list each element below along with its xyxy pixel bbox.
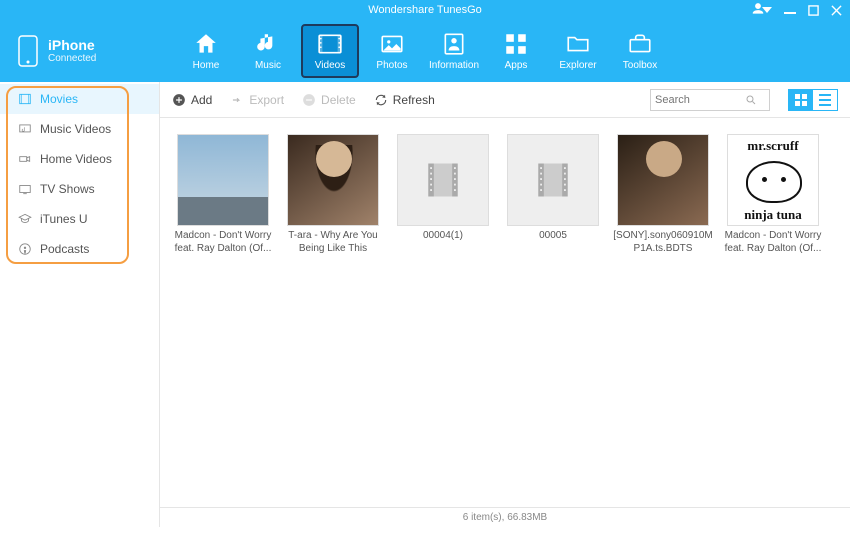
refresh-label: Refresh	[393, 93, 435, 107]
video-item[interactable]: 00004(1)	[392, 134, 494, 255]
sidebar: Movies Music Videos Home Videos TV Shows…	[0, 82, 160, 527]
titlebar: Wondershare TunesGo	[0, 0, 850, 20]
sidebar-item-label: Movies	[40, 92, 78, 106]
nav-label: Apps	[505, 60, 528, 71]
nav-explorer[interactable]: Explorer	[547, 20, 609, 82]
nav-videos[interactable]: Videos	[301, 24, 359, 78]
sidebar-item-label: Podcasts	[40, 242, 89, 256]
video-thumbnail	[287, 134, 379, 226]
phone-icon	[18, 35, 38, 67]
grid-view-button[interactable]	[789, 90, 813, 110]
nav-toolbox[interactable]: Toolbox	[609, 20, 671, 82]
maximize-icon[interactable]	[808, 5, 819, 16]
top-nav: iPhone Connected Home Music Videos Photo…	[0, 20, 850, 82]
device-panel[interactable]: iPhone Connected	[0, 20, 160, 82]
nav-information[interactable]: Information	[423, 20, 485, 82]
nav-label: Music	[255, 60, 281, 71]
export-button[interactable]: Export	[230, 93, 284, 107]
video-label: Madcon - Don't Worry feat. Ray Dalton (O…	[173, 230, 273, 255]
video-label: 00005	[539, 230, 567, 243]
nav-label: Toolbox	[623, 60, 657, 71]
search-input[interactable]	[655, 94, 745, 106]
sidebar-item-label: TV Shows	[40, 182, 95, 196]
add-label: Add	[191, 93, 212, 107]
video-label: [SONY].sony060910MP1A.ts.BDTS	[613, 230, 713, 255]
film-icon	[18, 92, 32, 106]
video-thumbnail	[397, 134, 489, 226]
nav-label: Videos	[315, 60, 345, 71]
gradcap-icon	[18, 212, 32, 226]
sidebar-item-home-videos[interactable]: Home Videos	[0, 144, 159, 174]
search-icon[interactable]	[745, 94, 757, 106]
video-item[interactable]: T-ara - Why Are You Being Like This	[282, 134, 384, 255]
app-title: Wondershare TunesGo	[368, 4, 482, 16]
device-name: iPhone	[48, 38, 96, 53]
sidebar-item-music-videos[interactable]: Music Videos	[0, 114, 159, 144]
refresh-button[interactable]: Refresh	[374, 93, 435, 107]
status-text: 6 item(s), 66.83MB	[463, 512, 547, 523]
add-button[interactable]: Add	[172, 93, 212, 107]
podcast-icon	[18, 242, 32, 256]
video-thumbnail	[177, 134, 269, 226]
sidebar-item-label: Home Videos	[40, 152, 112, 166]
sidebar-item-movies[interactable]: Movies	[0, 84, 159, 114]
grid-icon	[795, 94, 807, 106]
refresh-icon	[374, 93, 388, 107]
musicvid-icon	[18, 122, 32, 136]
close-icon[interactable]	[831, 5, 842, 16]
nav-label: Explorer	[559, 60, 596, 71]
video-thumbnail: mr.scruffninja tuna	[727, 134, 819, 226]
nav-label: Information	[429, 60, 479, 71]
delete-label: Delete	[321, 93, 356, 107]
export-icon	[230, 93, 244, 107]
sidebar-item-label: Music Videos	[40, 122, 111, 136]
delete-icon	[302, 93, 316, 107]
plus-icon	[172, 93, 186, 107]
video-label: Madcon - Don't Worry feat. Ray Dalton (O…	[723, 230, 823, 255]
nav-photos[interactable]: Photos	[361, 20, 423, 82]
delete-button[interactable]: Delete	[302, 93, 356, 107]
export-label: Export	[249, 93, 284, 107]
statusbar: 6 item(s), 66.83MB	[160, 507, 850, 527]
nav-label: Home	[193, 60, 220, 71]
device-status: Connected	[48, 53, 96, 64]
sidebar-item-tv-shows[interactable]: TV Shows	[0, 174, 159, 204]
video-item[interactable]: mr.scruffninja tuna Madcon - Don't Worry …	[722, 134, 824, 255]
video-item[interactable]: 00005	[502, 134, 604, 255]
video-thumbnail	[507, 134, 599, 226]
sidebar-item-itunes-u[interactable]: iTunes U	[0, 204, 159, 234]
view-toggle	[788, 89, 838, 111]
minimize-icon[interactable]	[784, 4, 796, 16]
camcorder-icon	[18, 152, 32, 166]
video-label: 00004(1)	[423, 230, 463, 243]
content-area: Madcon - Don't Worry feat. Ray Dalton (O…	[160, 118, 850, 507]
search-box[interactable]	[650, 89, 770, 111]
sidebar-item-label: iTunes U	[40, 212, 88, 226]
list-view-button[interactable]	[813, 90, 837, 110]
video-label: T-ara - Why Are You Being Like This	[283, 230, 383, 255]
nav-home[interactable]: Home	[175, 20, 237, 82]
sidebar-item-podcasts[interactable]: Podcasts	[0, 234, 159, 264]
list-icon	[819, 94, 831, 106]
toolbar: Add Export Delete Refresh	[160, 82, 850, 118]
nav-apps[interactable]: Apps	[485, 20, 547, 82]
tv-icon	[18, 182, 32, 196]
dropdown-icon[interactable]	[762, 5, 772, 15]
video-thumbnail	[617, 134, 709, 226]
video-item[interactable]: Madcon - Don't Worry feat. Ray Dalton (O…	[172, 134, 274, 255]
nav-label: Photos	[376, 60, 407, 71]
video-item[interactable]: [SONY].sony060910MP1A.ts.BDTS	[612, 134, 714, 255]
nav-music[interactable]: Music	[237, 20, 299, 82]
